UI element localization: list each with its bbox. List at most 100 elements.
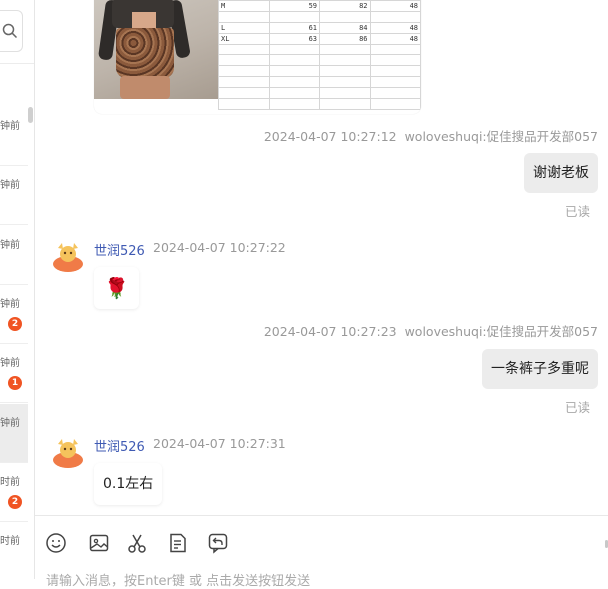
size-chart-row [218, 54, 421, 67]
scissors-icon[interactable] [126, 532, 148, 554]
conversation-time: 钟前 [0, 299, 20, 310]
size-chart-row [218, 87, 421, 100]
conversation-item[interactable]: 时前 2 [0, 463, 28, 522]
conversation-item[interactable]: 钟前 [0, 226, 28, 285]
message-sender: woloveshuqi:促佳搜品开发部057 [404, 324, 598, 339]
size-chart-cell [369, 87, 421, 100]
conversation-item[interactable]: 钟前 1 [0, 344, 28, 403]
size-chart-cell: L [218, 21, 270, 34]
sender-name[interactable]: 世润526 [94, 240, 145, 259]
size-chart-cell [369, 98, 421, 110]
unread-badge: 2 [8, 495, 22, 509]
size-chart-cell: 59 [268, 0, 320, 12]
conversation-item[interactable]: 钟前 [0, 166, 28, 225]
size-chart-cell [369, 43, 421, 56]
sender-name[interactable]: 世润526 [94, 436, 145, 455]
conversation-time: 钟前 [0, 180, 20, 191]
size-chart-cell: M [218, 0, 270, 12]
size-chart-cell [369, 76, 421, 89]
product-photo [94, 0, 218, 99]
size-chart-cell: 86 [319, 32, 371, 45]
conversation-time: 时前 [0, 536, 20, 547]
rose-emoji: 🌹 [104, 276, 129, 300]
size-chart-cell [268, 10, 320, 23]
emoji-icon[interactable] [45, 532, 67, 554]
size-chart-cell [369, 65, 421, 78]
message-time: 2024-04-07 10:27:22 [153, 240, 286, 255]
conversation-item[interactable]: 钟前 [0, 107, 28, 166]
size-chart-cell: 48 [369, 32, 421, 45]
size-chart-cell [268, 87, 320, 100]
size-chart-cell: 61 [268, 21, 320, 34]
message-input-area: 请输入消息，按Enter键 或 点击发送按钮发送 [35, 515, 608, 589]
size-chart-cell [268, 98, 320, 110]
reply-icon[interactable] [207, 532, 229, 554]
conversation-item[interactable]: 时前 [0, 522, 28, 579]
size-chart-cell: XL [218, 32, 270, 45]
size-chart-row [218, 76, 421, 89]
size-chart-cell: 84 [319, 21, 371, 34]
message-sender: woloveshuqi:促佳搜品开发部057 [404, 129, 598, 144]
conversation-time: 钟前 [0, 418, 20, 429]
message-time: 2024-04-07 10:27:12 [263, 129, 397, 144]
size-chart-row: M 59 82 48 [218, 0, 421, 12]
size-chart-cell [319, 98, 371, 110]
size-chart-row: L 61 84 48 [218, 21, 421, 34]
size-chart-cell: 48 [369, 21, 421, 34]
search-icon [2, 23, 18, 39]
size-chart-cell [369, 10, 421, 23]
size-chart-cell [268, 54, 320, 67]
conversation-item[interactable]: 钟前 2 [0, 285, 28, 344]
unread-badge: 1 [8, 376, 22, 390]
size-chart-cell [319, 87, 371, 100]
message-meta: 2024-04-07 10:27:12 woloveshuqi:促佳搜品开发部0… [264, 126, 598, 145]
message-meta: 2024-04-07 10:27:23 woloveshuqi:促佳搜品开发部0… [264, 321, 598, 340]
size-chart-row: XL 63 86 48 [218, 32, 421, 45]
size-chart-cell [319, 76, 371, 89]
size-chart-cell [268, 43, 320, 56]
size-chart-cell: 63 [268, 32, 320, 45]
size-chart-row [218, 98, 421, 110]
divider [0, 63, 34, 64]
size-chart-cell [319, 43, 371, 56]
conversation-list: 钟前 钟前 钟前 钟前 2 钟前 1 钟前 时前 2 时前 [0, 0, 35, 579]
size-chart-cell [218, 54, 270, 67]
size-chart-cell [218, 65, 270, 78]
size-chart-cell [319, 54, 371, 67]
search-button[interactable] [0, 10, 23, 52]
shared-image-message[interactable]: M 59 82 48 L 61 84 48 XL 63 86 48 [94, 0, 421, 114]
conversation-time: 钟前 [0, 240, 20, 251]
incoming-message-bubble: 0.1左右 [94, 463, 163, 505]
size-chart-row [218, 43, 421, 56]
message-time: 2024-04-07 10:27:31 [153, 436, 286, 451]
outgoing-message-bubble: 一条裤子多重呢 [482, 349, 598, 389]
size-chart-cell: 82 [319, 0, 371, 12]
chat-message-area: M 59 82 48 L 61 84 48 XL 63 86 48 2024-04-07 10:27:… [35, 0, 608, 515]
conversation-item-selected[interactable]: 钟前 [0, 404, 28, 463]
image-icon[interactable] [88, 532, 110, 554]
size-chart-cell [218, 10, 270, 23]
conversation-time: 钟前 [0, 358, 20, 369]
user-avatar[interactable] [52, 436, 84, 468]
conversation-time: 时前 [0, 477, 20, 488]
read-status: 已读 [564, 204, 590, 219]
size-chart-cell [218, 87, 270, 100]
outgoing-message-bubble: 谢谢老板 [524, 153, 598, 193]
size-chart-cell [218, 76, 270, 89]
message-input[interactable]: 请输入消息，按Enter键 或 点击发送按钮发送 [46, 570, 310, 589]
size-chart-cell [319, 65, 371, 78]
document-icon[interactable] [167, 532, 189, 554]
scrollbar-thumb[interactable] [28, 107, 33, 123]
size-chart-row [218, 65, 421, 78]
incoming-emoji-bubble: 🌹 [94, 267, 139, 309]
size-chart-cell: 48 [369, 0, 421, 12]
size-chart-cell [218, 98, 270, 110]
message-time: 2024-04-07 10:27:23 [263, 324, 397, 339]
size-chart-cell [319, 10, 371, 23]
size-chart-table: M 59 82 48 L 61 84 48 XL 63 86 48 [218, 0, 421, 110]
size-chart-cell [218, 43, 270, 56]
size-chart-cell [268, 76, 320, 89]
size-chart-cell [369, 54, 421, 67]
size-chart-row [218, 10, 421, 23]
user-avatar[interactable] [52, 240, 84, 272]
